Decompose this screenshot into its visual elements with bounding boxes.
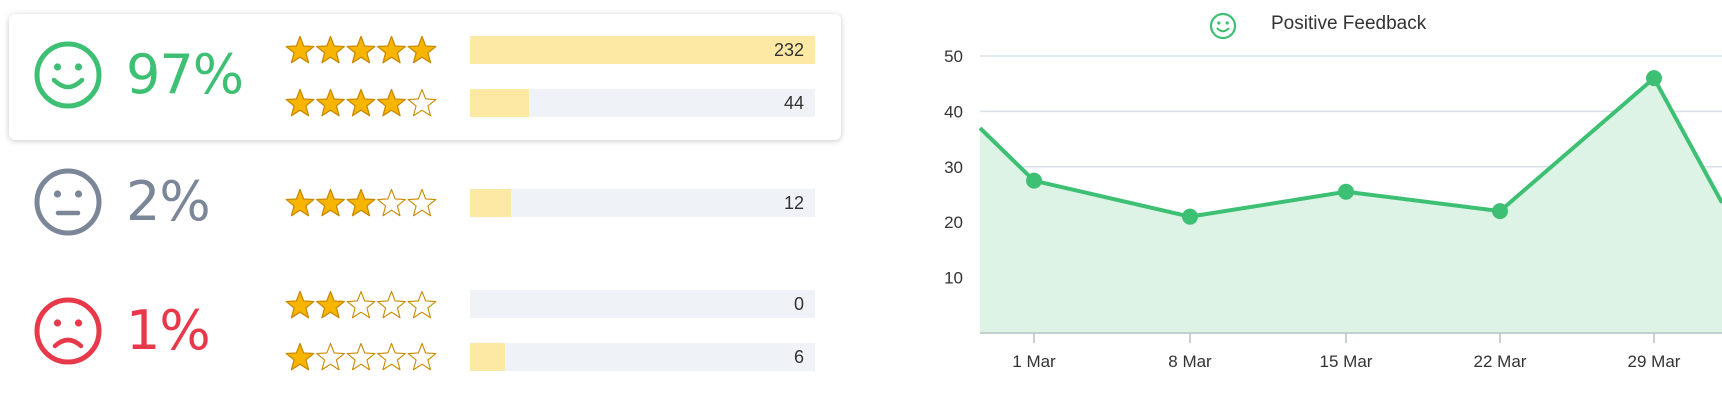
filled-star-icon: [285, 188, 315, 217]
negative-percent: 1%: [126, 299, 211, 362]
neutral-face-icon: [34, 168, 102, 236]
rating-count: 0: [793, 294, 804, 314]
data-point[interactable]: [1338, 183, 1354, 200]
x-tick-label: 8 Mar: [1168, 352, 1212, 371]
two-star-rating-icon: [285, 290, 437, 319]
rating-summary-panel: 97% 2% 1% 232 44 12 0 6: [0, 0, 850, 416]
filled-star-icon: [346, 88, 376, 117]
rating-bar: 44: [470, 89, 815, 117]
empty-star-icon: [346, 342, 376, 371]
rating-bar-fill: [470, 89, 529, 117]
filled-star-icon: [285, 35, 315, 64]
positive-percent: 97%: [126, 43, 244, 106]
filled-star-icon: [316, 290, 345, 319]
x-tick-label: 1 Mar: [1012, 352, 1056, 371]
filled-star-icon: [377, 35, 406, 64]
rating-count: 6: [793, 347, 804, 367]
filled-star-icon: [346, 188, 376, 217]
data-point[interactable]: [1026, 172, 1042, 189]
rating-bar-fill: [470, 36, 815, 64]
empty-star-icon: [407, 188, 437, 217]
filled-star-icon: [285, 290, 315, 319]
filled-star-icon: [316, 35, 345, 64]
rating-count: 12: [783, 193, 804, 213]
filled-star-icon: [407, 35, 437, 64]
x-tick-label: 22 Mar: [1474, 352, 1527, 371]
rating-bar: 6: [470, 343, 815, 371]
y-tick-label: 10: [944, 269, 963, 288]
y-tick-label: 50: [944, 47, 963, 66]
four-star-rating-icon: [285, 88, 437, 117]
data-point[interactable]: [1646, 70, 1662, 87]
empty-star-icon: [377, 290, 406, 319]
rating-bar: 232: [470, 36, 815, 64]
empty-star-icon: [407, 290, 437, 319]
five-star-rating-icon: [285, 35, 437, 64]
filled-star-icon: [285, 342, 315, 371]
sad-face-icon: [34, 297, 102, 365]
rating-count: 44: [783, 93, 804, 113]
filled-star-icon: [377, 88, 406, 117]
three-star-rating-icon: [285, 188, 437, 217]
y-tick-label: 20: [944, 213, 963, 232]
empty-star-icon: [407, 88, 437, 117]
filled-star-icon: [316, 188, 345, 217]
empty-star-icon: [377, 342, 406, 371]
data-point[interactable]: [1492, 203, 1508, 220]
filled-star-icon: [316, 88, 345, 117]
smiley-face-icon: [34, 41, 102, 109]
one-star-rating-icon: [285, 342, 437, 371]
y-tick-label: 40: [944, 102, 963, 121]
positive-feedback-chart: 10 20 30 40 50 1 Mar 8 Mar 15 Mar 22 Mar 29 Mar: [944, 47, 1722, 371]
data-point[interactable]: [1182, 208, 1198, 225]
filled-star-icon: [285, 88, 315, 117]
rating-bar-fill: [470, 343, 505, 371]
empty-star-icon: [377, 188, 406, 217]
filled-star-icon: [346, 35, 376, 64]
y-tick-label: 30: [944, 158, 963, 177]
rating-count: 232: [773, 40, 804, 60]
empty-star-icon: [407, 342, 437, 371]
rating-bar-fill: [470, 189, 512, 217]
rating-bar: 0: [470, 290, 815, 318]
x-tick-label: 29 Mar: [1628, 352, 1681, 371]
rating-bar: 12: [470, 189, 815, 217]
x-tick-label: 15 Mar: [1320, 352, 1373, 371]
neutral-percent: 2%: [126, 170, 211, 233]
empty-star-icon: [346, 290, 376, 319]
empty-star-icon: [316, 342, 345, 371]
